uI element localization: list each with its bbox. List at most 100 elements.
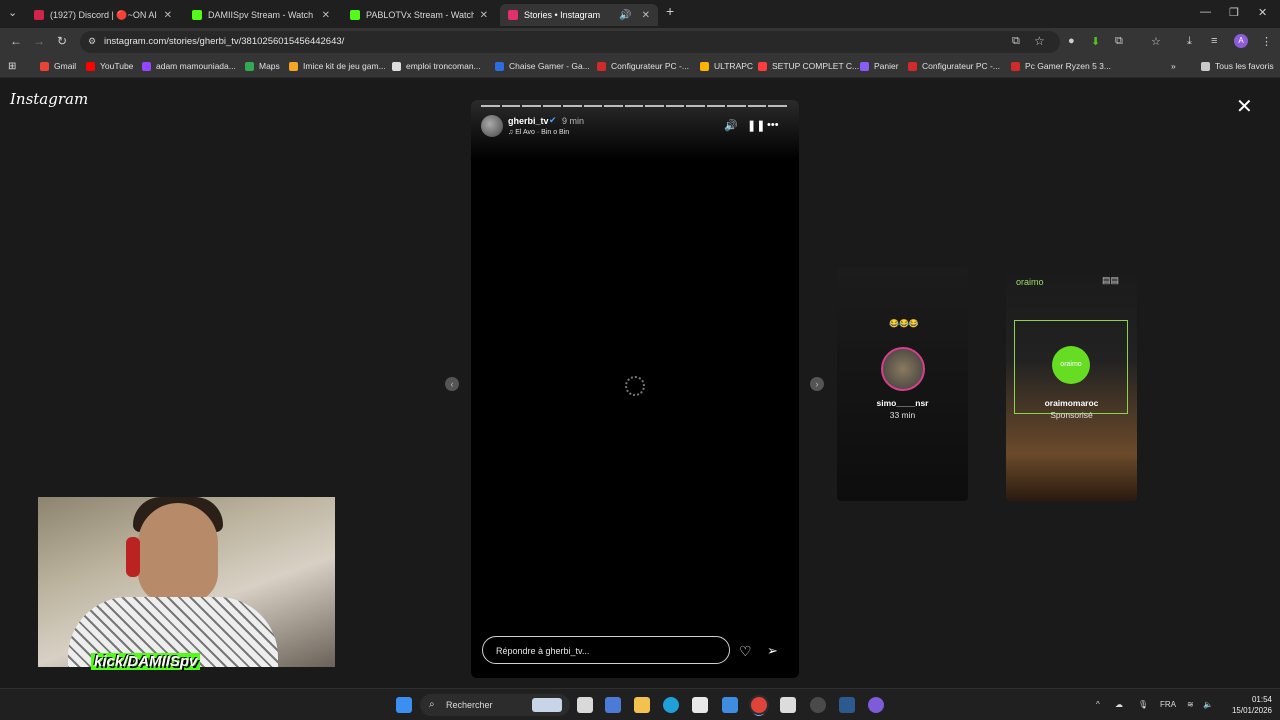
obs-icon[interactable] <box>810 697 826 713</box>
store-icon[interactable] <box>692 697 708 713</box>
taskbar-search[interactable]: ⌕ Rechercher <box>420 694 570 716</box>
close-window-icon[interactable]: ✕ <box>1258 6 1267 19</box>
site-info-icon[interactable]: ⚙ <box>88 36 96 47</box>
task-view-icon[interactable] <box>577 697 593 713</box>
downloads-icon[interactable]: ⤓ <box>1187 35 1192 48</box>
tab-title: (1927) Discord | 🔴~ON AI <box>50 9 157 20</box>
sponsored-story-card[interactable]: oraimo ▤▤ oraimo oraimomaroc Sponsorisé <box>1006 267 1137 501</box>
chrome-icon[interactable] <box>751 697 767 713</box>
file-explorer-icon[interactable] <box>634 697 650 713</box>
restore-icon[interactable]: ❐ <box>1229 6 1239 19</box>
bookmark-configurateur[interactable]: Configurateur PC -... <box>597 61 689 71</box>
bookmark-pcgamer[interactable]: Pc Gamer Ryzen 5 3... <box>1011 61 1111 71</box>
bookmark-panier[interactable]: Panier <box>860 61 899 71</box>
microphone-icon[interactable]: 🎙 <box>1138 700 1148 709</box>
all-bookmarks[interactable]: Tous les favoris <box>1201 61 1274 71</box>
capcut-icon[interactable] <box>780 697 796 713</box>
pause-icon[interactable]: ❚❚ <box>747 119 765 132</box>
bookmark-label: Pc Gamer Ryzen 5 3... <box>1025 61 1111 71</box>
more-options-icon[interactable]: ••• <box>767 119 779 131</box>
close-stories-icon[interactable]: ✕ <box>1236 94 1253 119</box>
bookmark-label: Panier <box>874 61 899 71</box>
bookmark-maps[interactable]: Maps <box>245 61 280 71</box>
search-icon: ⌕ <box>429 699 435 710</box>
headset-icon <box>126 537 140 577</box>
apps-grid-icon[interactable]: ⊞ <box>8 61 16 72</box>
bookmark-chaise[interactable]: Chaise Gamer - Ga... <box>495 61 590 71</box>
taskbar-clock[interactable]: 01:54 15/01/2026 <box>1222 694 1272 716</box>
mute-toggle-icon[interactable]: 🔊 <box>724 119 738 132</box>
copilot-icon[interactable] <box>605 697 621 713</box>
app-circle-icon[interactable] <box>868 697 884 713</box>
bookmark-label: ULTRAPC <box>714 61 754 71</box>
volume-icon[interactable]: 🔈 <box>1203 700 1213 709</box>
close-icon[interactable]: ✕ <box>480 10 488 21</box>
story-music-label[interactable]: ♫ El Avo · Bin o Bin <box>508 129 569 136</box>
minimize-icon[interactable]: — <box>1200 6 1211 18</box>
bookmark-ultrapc[interactable]: ULTRAPC <box>700 61 753 71</box>
edge-icon[interactable] <box>663 697 679 713</box>
story-music-text: El Avo · Bin o Bin <box>515 129 570 136</box>
bookmark-label: Imice kit de jeu gam... <box>303 61 386 71</box>
story-card-username: simo____nsr <box>876 398 929 408</box>
previous-story-arrow-icon[interactable]: ‹ <box>445 377 459 391</box>
language-indicator[interactable]: FRA <box>1160 700 1176 709</box>
install-app-icon[interactable]: ⧉ <box>1012 35 1020 48</box>
tab-search-list-icon[interactable]: ≡ <box>1211 35 1217 47</box>
story-viewer[interactable]: gherbi_tv ✔ 9 min ♫ El Avo · Bin o Bin 🔊… <box>471 100 799 678</box>
steam-icon[interactable] <box>839 697 855 713</box>
bookmark-icon <box>908 61 917 71</box>
forward-icon[interactable]: → <box>33 34 45 48</box>
send-icon[interactable]: ➢ <box>767 643 778 659</box>
next-story-arrow-icon[interactable]: › <box>810 377 824 391</box>
like-heart-icon[interactable]: ♡ <box>739 643 752 660</box>
bookmark-label: YouTube <box>100 61 134 71</box>
windows-start-icon[interactable] <box>396 697 412 713</box>
next-story-card[interactable]: 😂😂😂 simo____nsr 33 min <box>837 267 968 501</box>
address-bar[interactable]: ⚙ instagram.com/stories/gherbi_tv/381025… <box>80 31 1060 53</box>
bookmark-youtube[interactable]: YouTube <box>86 61 133 71</box>
close-icon[interactable]: ✕ <box>322 10 330 21</box>
tab-discord[interactable]: (1927) Discord | 🔴~ON AI ✕ <box>26 4 180 26</box>
tab-pablotvx[interactable]: PABLOTVx Stream - Watch Live ✕ <box>342 4 496 26</box>
tab-search-icon[interactable]: ⌄ <box>8 6 17 19</box>
bookmark-emploi[interactable]: emploi troncoman... <box>392 61 481 71</box>
story-author-avatar[interactable] <box>481 115 503 137</box>
story-username[interactable]: gherbi_tv <box>508 116 549 126</box>
bookmark-setup[interactable]: SETUP COMPLET C... <box>758 61 859 71</box>
wifi-icon[interactable]: ≋ <box>1187 700 1194 709</box>
speaker-icon: 🔊 <box>619 9 632 21</box>
back-icon[interactable]: ← <box>10 34 22 48</box>
bookmark-star-icon[interactable]: ☆ <box>1034 34 1045 48</box>
loading-spinner-icon <box>625 376 645 396</box>
close-icon[interactable]: ✕ <box>642 10 650 21</box>
close-icon[interactable]: ✕ <box>164 10 172 21</box>
tab-damiispv[interactable]: DAMIISpv Stream - Watch Live ✕ <box>184 4 338 26</box>
clock-time: 01:54 <box>1251 695 1272 704</box>
bookmark-configurateur-2[interactable]: Configurateur PC -... <box>908 61 1000 71</box>
tray-overflow-icon[interactable]: ^ <box>1096 700 1100 709</box>
more-bookmarks-icon[interactable]: » <box>1171 61 1176 71</box>
mail-icon[interactable] <box>722 697 738 713</box>
tab-instagram[interactable]: Stories • Instagram 🔊 ✕ <box>500 4 658 26</box>
bookmark-imice[interactable]: Imice kit de jeu gam... <box>289 61 386 71</box>
instagram-logo[interactable]: Instagram <box>10 90 88 108</box>
profile-avatar[interactable]: A <box>1234 34 1248 48</box>
verified-badge-icon: ✔ <box>549 115 557 125</box>
youtube-icon <box>86 61 95 71</box>
favorites-icon[interactable]: ☆ <box>1151 35 1161 48</box>
bookmark-gmail[interactable]: Gmail <box>40 61 76 71</box>
cloud-icon[interactable]: ☁ <box>1115 700 1123 709</box>
reload-icon[interactable]: ↻ <box>57 34 67 48</box>
extension-icon[interactable]: ● <box>1068 35 1075 47</box>
download-ext-icon[interactable]: ⬇ <box>1091 35 1100 48</box>
menu-kebab-icon[interactable]: ⋮ <box>1261 35 1272 48</box>
new-tab-icon[interactable]: + <box>666 3 674 19</box>
bookmark-adam[interactable]: adam mamouniada... <box>142 61 236 71</box>
bookmark-icon <box>758 61 767 71</box>
url-text: instagram.com/stories/gherbi_tv/38102560… <box>104 36 345 47</box>
reply-input[interactable]: Répondre à gherbi_tv... <box>482 636 730 664</box>
webcam-overlay <box>38 497 335 667</box>
extensions-puzzle-icon[interactable]: ⧉ <box>1115 35 1123 48</box>
oraimo-brand: oraimo <box>1016 277 1044 287</box>
